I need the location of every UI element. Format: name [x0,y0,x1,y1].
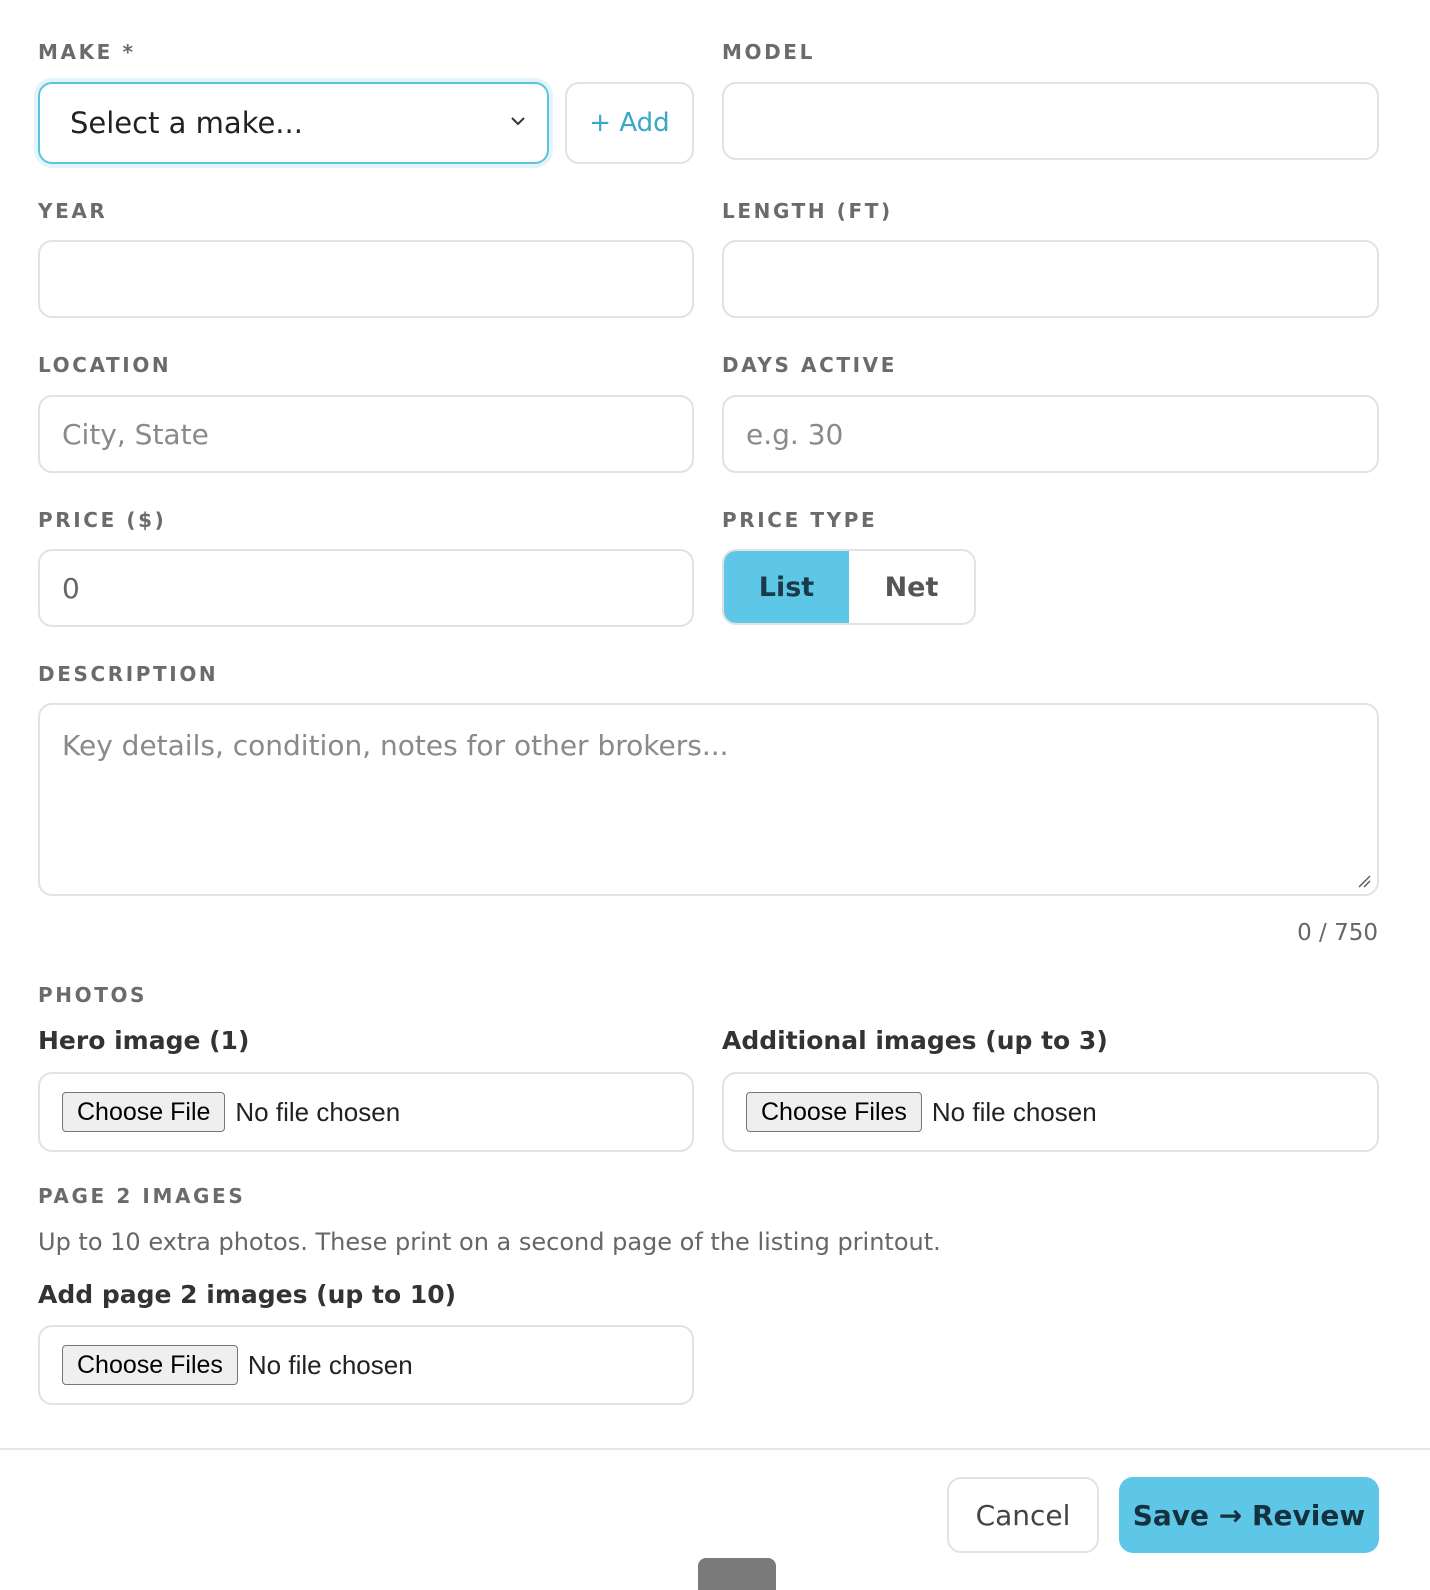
days-active-field[interactable] [722,395,1379,473]
save-review-button[interactable]: Save → Review [1119,1477,1379,1553]
length-label: LENGTH (FT) [722,199,893,223]
hero-file-status: No file chosen [235,1096,401,1127]
description-placeholder: Key details, condition, notes for other … [62,729,729,762]
model-label: MODEL [722,40,815,64]
page2-add-label: Add page 2 images (up to 10) [38,1280,457,1309]
cancel-button[interactable]: Cancel [947,1477,1099,1553]
resize-grip-icon[interactable] [1357,874,1371,888]
price-type-net-option[interactable]: Net [849,551,974,623]
year-label: YEAR [38,199,108,223]
days-active-label: DAYS ACTIVE [722,353,897,377]
price-field[interactable] [38,549,694,627]
description-char-counter: 0 / 750 [1297,920,1378,946]
page2-file-status: No file chosen [247,1349,413,1380]
location-label: LOCATION [38,353,172,377]
price-type-list-option[interactable]: List [724,551,849,623]
price-type-label: PRICE TYPE [722,508,878,532]
hero-image-label: Hero image (1) [38,1026,250,1055]
make-select-value: Select a make... [70,106,303,140]
page2-images-label: PAGE 2 IMAGES [38,1184,246,1208]
additional-images-input[interactable]: Choose Files No file chosen [722,1072,1379,1152]
add-make-button[interactable]: + Add [565,82,694,164]
page2-images-input[interactable]: Choose Files No file chosen [38,1325,694,1405]
make-select[interactable]: Select a make... [38,82,549,164]
hero-choose-file-button[interactable]: Choose File [62,1092,226,1132]
year-field[interactable] [38,240,694,318]
description-label: DESCRIPTION [38,662,219,686]
chevron-down-icon [511,117,525,126]
model-field[interactable] [722,82,1379,160]
make-label: MAKE * [38,40,136,64]
bottom-scroll-handle[interactable] [698,1558,776,1590]
hero-image-input[interactable]: Choose File No file chosen [38,1072,694,1152]
price-type-toggle[interactable]: List Net [722,549,976,625]
additional-images-label: Additional images (up to 3) [722,1026,1108,1055]
photos-label: PHOTOS [38,983,148,1007]
page2-help-text: Up to 10 extra photos. These print on a … [38,1228,941,1256]
length-field[interactable] [722,240,1379,318]
page2-choose-files-button[interactable]: Choose Files [62,1345,238,1385]
footer-divider [0,1448,1430,1450]
description-textarea[interactable]: Key details, condition, notes for other … [38,703,1379,896]
additional-choose-files-button[interactable]: Choose Files [746,1092,922,1132]
additional-file-status: No file chosen [931,1096,1097,1127]
location-field[interactable] [38,395,694,473]
price-label: PRICE ($) [38,508,167,532]
